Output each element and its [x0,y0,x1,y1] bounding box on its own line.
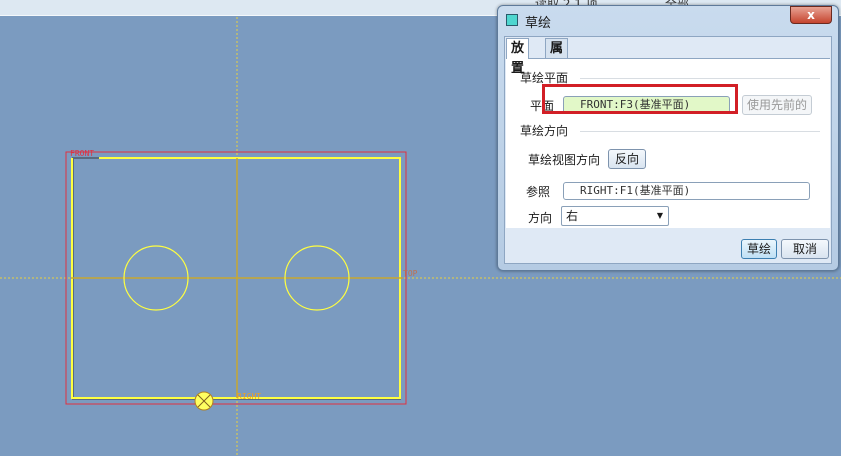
sketch-button[interactable]: 草绘 [741,239,777,259]
view-direction-label: 草绘视图方向 [528,153,601,167]
reference-field[interactable]: RIGHT:F1(基准平面) [563,182,810,200]
chevron-down-icon: ▼ [656,211,663,220]
flip-button[interactable]: 反向 [608,149,646,169]
dialog-titlebar[interactable]: 草绘 x [498,6,838,34]
cancel-button[interactable]: 取消 [781,239,829,259]
right-label: RIGHT [237,392,261,401]
dialog-app-icon [506,14,518,26]
use-previous-button[interactable]: 使用先前的 [742,95,812,115]
highlight-annotation-box [542,84,738,114]
divider [580,78,820,79]
coordinate-system-icon [194,391,214,411]
tab-placement[interactable]: 放置 [506,38,530,76]
tab-properties[interactable]: 属性 [545,38,569,76]
front-label: FRONT [70,149,94,158]
dialog-title: 草绘 [525,16,552,31]
top-label: TOP [403,269,418,278]
close-button[interactable]: x [790,6,832,24]
sketch-dialog: 草绘 x 放置 属性 草绘平面 平面 FRONT:F3(基准平面) 使用先前的 … [497,5,839,271]
direction-label: 方向 [528,211,553,225]
orientation-section-label: 草绘方向 [520,124,569,138]
direction-select[interactable]: 右 ▼ [561,206,669,226]
reference-label: 参照 [526,185,551,199]
divider [580,131,820,132]
direction-value: 右 [566,209,579,223]
dialog-panel: 放置 属性 草绘平面 平面 FRONT:F3(基准平面) 使用先前的 草绘方向 … [504,36,832,264]
